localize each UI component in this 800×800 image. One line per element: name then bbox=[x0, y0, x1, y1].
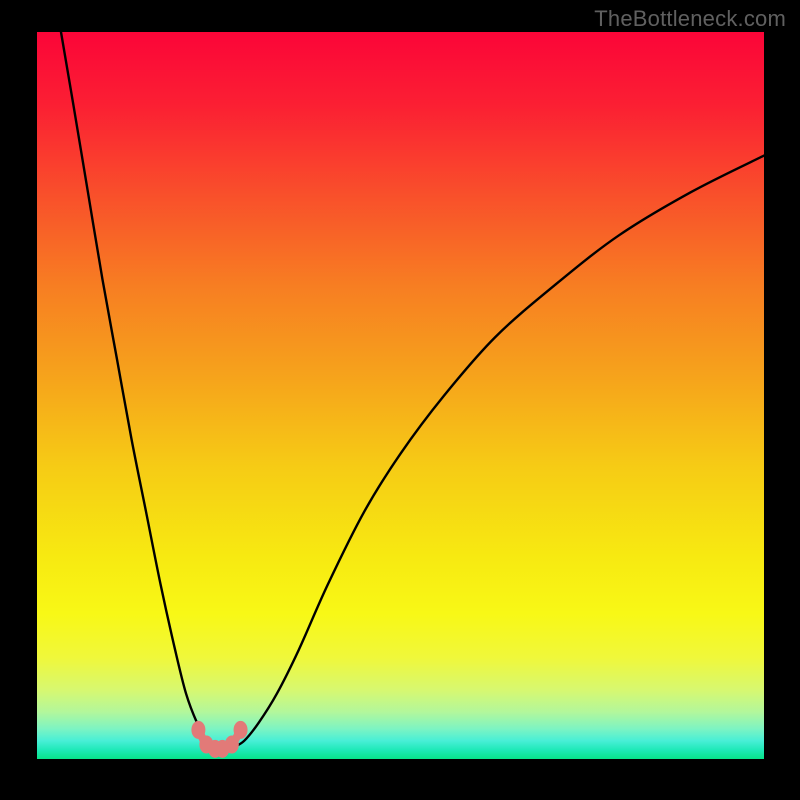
trough-marker bbox=[191, 721, 205, 739]
chart-stage: TheBottleneck.com bbox=[0, 0, 800, 800]
trough-markers bbox=[191, 721, 247, 758]
plot-area bbox=[37, 32, 764, 759]
watermark-text: TheBottleneck.com bbox=[594, 6, 786, 32]
trough-marker bbox=[225, 735, 239, 753]
marker-layer bbox=[37, 32, 764, 759]
trough-marker bbox=[234, 721, 248, 739]
